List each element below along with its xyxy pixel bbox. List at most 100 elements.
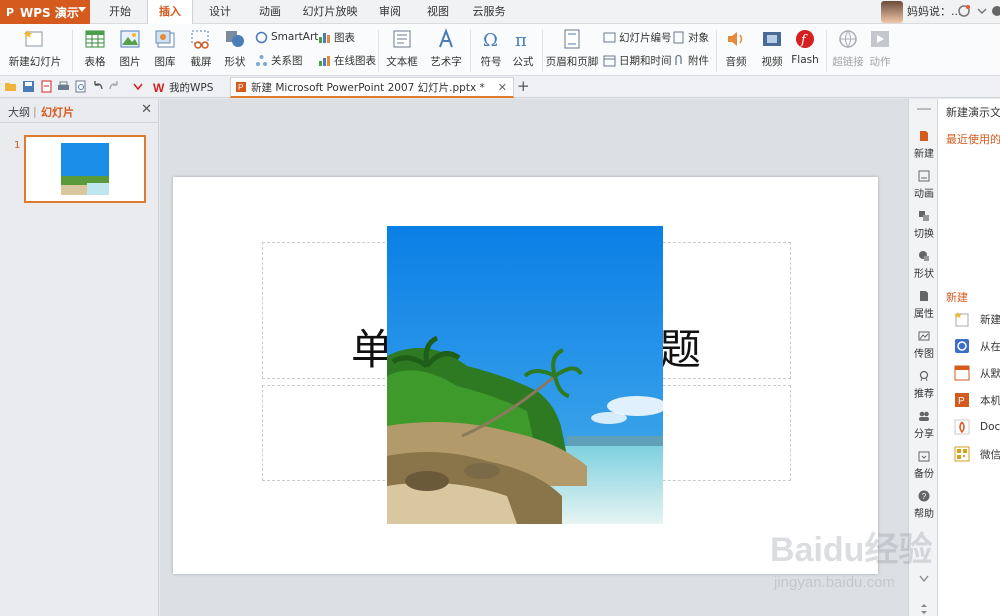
tab-my-wps[interactable]: W 我的WPS (149, 77, 231, 98)
symbol-label: 符号 (480, 56, 502, 68)
sidebar-item-properties[interactable]: 属性 (909, 290, 939, 320)
avatar[interactable] (881, 1, 903, 23)
ribbon-divider (378, 30, 379, 72)
action-button[interactable]: 动作 (866, 26, 894, 72)
new-tab-plus-icon[interactable]: + (517, 77, 530, 95)
local-template-icon: P (955, 393, 969, 407)
header-footer-label: 页眉和页脚 (545, 56, 599, 68)
shape-button[interactable]: 形状 (218, 26, 252, 72)
table-icon (85, 30, 105, 48)
app-menu-button[interactable]: P WPS 演示 (0, 0, 90, 24)
slide-canvas[interactable]: 单 题 (160, 99, 908, 616)
from-online-item[interactable]: 从在 (954, 338, 1000, 354)
badge-icon (919, 370, 929, 382)
image-upload-icon (918, 331, 930, 341)
slide[interactable]: 单 题 (173, 177, 878, 574)
chevron-down-icon[interactable] (919, 575, 929, 583)
svg-text:Ω: Ω (483, 30, 498, 50)
online-chart-icon (319, 55, 330, 66)
header-footer-button[interactable]: 页眉和页脚 (546, 26, 598, 72)
close-icon[interactable]: ✕ (498, 81, 507, 94)
wechat-item[interactable]: 微信 (954, 446, 1000, 462)
picture-button[interactable]: 图片 (113, 26, 147, 72)
skin-icon[interactable] (957, 4, 971, 18)
tab-document-label: 新建 Microsoft PowerPoint 2007 幻灯片.pptx * (251, 81, 485, 94)
new-slide-button[interactable]: 新建幻灯片 (6, 26, 64, 72)
customize-icon[interactable] (131, 80, 144, 93)
beach-picture[interactable] (387, 226, 663, 524)
tab-review[interactable]: 审阅 (370, 0, 410, 24)
screenshot-label: 截屏 (190, 56, 212, 68)
tab-outline[interactable]: 大纲 (8, 104, 30, 120)
datetime-button[interactable]: 日期和时间 (603, 51, 672, 69)
new-doc-icon (920, 131, 928, 141)
tab-home[interactable]: 开始 (100, 0, 140, 24)
recent-heading[interactable]: 最近使用的 (946, 131, 1000, 147)
calendar-icon (603, 55, 616, 66)
tab-design[interactable]: 设计 (200, 0, 240, 24)
table-button[interactable]: 表格 (78, 26, 112, 72)
redo-icon[interactable] (108, 80, 121, 93)
svg-text:π: π (515, 30, 527, 50)
open-folder-icon[interactable] (4, 80, 17, 93)
settings-icon[interactable] (990, 4, 1000, 18)
header-footer-icon (564, 29, 580, 49)
undo-icon[interactable] (91, 80, 104, 93)
textbox-icon (393, 30, 411, 48)
local-template-item[interactable]: P 本机 (954, 392, 1000, 408)
docer-item[interactable]: Doc (954, 419, 1000, 435)
sidebar-item-animation[interactable]: 动画 (909, 170, 939, 200)
sidebar-item-new[interactable]: 新建 (909, 130, 939, 160)
user-name[interactable]: 妈妈说：... (907, 0, 962, 24)
gallery-button[interactable]: 图库 (148, 26, 182, 72)
hyperlink-button[interactable]: 超链接 (832, 26, 864, 72)
formula-button[interactable]: π 公式 (508, 26, 538, 72)
from-default-item[interactable]: 从默 (954, 365, 1000, 381)
sidebar-item-upload-image[interactable]: 传图 (909, 330, 939, 360)
tab-slides[interactable]: 幻灯片 (41, 104, 74, 120)
smartart-button[interactable]: SmartArt (255, 28, 318, 46)
sidebar-item-label: 形状 (914, 269, 934, 280)
relation-button[interactable]: 关系图 (255, 51, 303, 69)
object-button[interactable]: 对象 (672, 28, 709, 46)
slide-number-button[interactable]: 幻灯片编号 (603, 28, 672, 46)
shape-label: 形状 (224, 56, 246, 68)
tab-document[interactable]: P 新建 Microsoft PowerPoint 2007 幻灯片.pptx … (230, 77, 514, 98)
ribbon-divider (470, 30, 471, 72)
tab-cloud[interactable]: 云服务 (466, 0, 512, 24)
resize-arrows-icon[interactable] (919, 604, 929, 614)
sidebar-item-backup[interactable]: 备份 (909, 450, 939, 480)
wordart-button[interactable]: 艺术字 (426, 26, 466, 72)
save-icon[interactable] (22, 80, 35, 93)
default-template-icon (954, 365, 970, 381)
textbox-button[interactable]: 文本框 (382, 26, 422, 72)
screenshot-button[interactable]: 截屏 (184, 26, 218, 72)
print-icon[interactable] (57, 80, 70, 93)
tab-animation[interactable]: 动画 (250, 0, 290, 24)
chart-button[interactable]: 图表 (318, 28, 355, 46)
export-pdf-icon[interactable] (40, 80, 53, 93)
online-chart-button[interactable]: 在线图表 (318, 51, 376, 69)
sidebar-item-recommend[interactable]: 推荐 (909, 370, 939, 400)
slide-number-label: 幻灯片编号 (619, 31, 672, 44)
sidebar-item-transition[interactable]: 切换 (909, 210, 939, 240)
tab-insert[interactable]: 插入 (147, 0, 193, 25)
dropdown-icon[interactable] (975, 4, 989, 18)
tab-slideshow[interactable]: 幻灯片放映 (298, 0, 362, 24)
new-blank-item[interactable]: 新建 (954, 311, 1000, 327)
close-icon[interactable]: ✕ (141, 102, 152, 117)
ribbon: 新建幻灯片 表格 图片 图库 截屏 形状 SmartArt 图表 关系图 在线图… (0, 24, 1000, 76)
sidebar-item-shape[interactable]: 形状 (909, 250, 939, 280)
print-preview-icon[interactable] (74, 80, 87, 93)
flash-button[interactable]: f Flash (790, 26, 820, 72)
tab-view[interactable]: 视图 (418, 0, 458, 24)
sidebar-item-help[interactable]: ? 帮助 (909, 490, 939, 520)
app-name: WPS 演示 (20, 5, 79, 20)
audio-button[interactable]: 音频 (719, 26, 753, 72)
symbol-button[interactable]: Ω 符号 (475, 26, 507, 72)
attachment-button[interactable]: 附件 (672, 51, 709, 69)
sidebar-item-share[interactable]: 分享 (909, 410, 939, 440)
collapse-handle[interactable] (917, 108, 931, 110)
slide-thumbnail[interactable] (24, 135, 146, 203)
video-button[interactable]: 视频 (755, 26, 789, 72)
